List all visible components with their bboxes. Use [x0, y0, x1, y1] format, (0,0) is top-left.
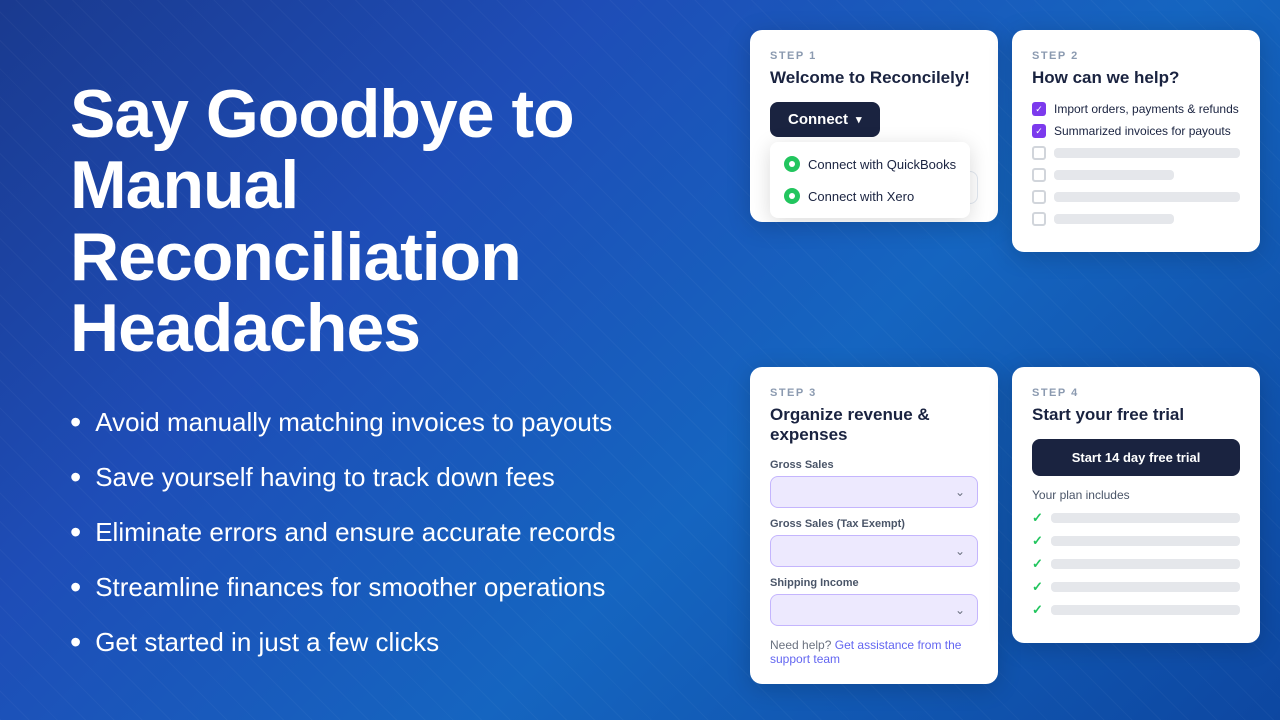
plan-row-2: ✓ [1032, 533, 1240, 549]
checkbox-row-4[interactable] [1032, 168, 1240, 182]
checkmark-icon: ✓ [1032, 533, 1043, 549]
plan-feature [1051, 536, 1240, 546]
plan-feature [1051, 605, 1240, 615]
page-layout: Say Goodbye to Manual Reconciliation Hea… [0, 0, 1280, 720]
step4-card: STEP 4 Start your free trial Start 14 da… [1012, 367, 1260, 643]
plan-row-5: ✓ [1032, 602, 1240, 618]
step4-label: STEP 4 [1032, 387, 1240, 399]
list-item: Get started in just a few clicks [70, 624, 680, 661]
checkbox-unchecked-icon [1032, 146, 1046, 160]
chevron-down-icon: ⌄ [955, 603, 965, 617]
connect-button-wrap: Connect ▾ Connect with QuickBooks Connec… [770, 102, 978, 137]
plan-includes-label: Your plan includes [1032, 488, 1240, 502]
list-item: Eliminate errors and ensure accurate rec… [70, 514, 680, 551]
step1-card: STEP 1 Welcome to Reconcilely! Connect ▾… [750, 30, 998, 222]
page-headline: Say Goodbye to Manual Reconciliation Hea… [70, 79, 680, 365]
checkmark-icon: ✓ [1032, 579, 1043, 595]
step3-title: Organize revenue & expenses [770, 405, 978, 445]
left-panel: Say Goodbye to Manual Reconciliation Hea… [0, 0, 740, 720]
step1-label: STEP 1 [770, 50, 978, 62]
checkmark-icon: ✓ [1032, 556, 1043, 572]
start-trial-button[interactable]: Start 14 day free trial [1032, 439, 1240, 476]
checkbox-row-5[interactable] [1032, 190, 1240, 204]
plan-row-4: ✓ [1032, 579, 1240, 595]
checkbox-unchecked-icon [1032, 190, 1046, 204]
shipping-income-select[interactable]: ⌄ [770, 594, 978, 626]
checkbox-checked-icon [1032, 124, 1046, 138]
connect-button[interactable]: Connect ▾ [770, 102, 880, 137]
step2-title: How can we help? [1032, 68, 1240, 88]
connect-quickbooks-item[interactable]: Connect with QuickBooks [770, 148, 970, 180]
step3-label: STEP 3 [770, 387, 978, 399]
list-item: Avoid manually matching invoices to payo… [70, 404, 680, 441]
connect-dropdown: Connect with QuickBooks Connect with Xer… [770, 142, 970, 218]
step2-card: STEP 2 How can we help? Import orders, p… [1012, 30, 1260, 252]
checkmark-icon: ✓ [1032, 510, 1043, 526]
checkbox-row-2[interactable]: Summarized invoices for payouts [1032, 124, 1240, 138]
chevron-down-icon: ⌄ [955, 544, 965, 558]
placeholder-text [1054, 148, 1240, 158]
right-panel: STEP 1 Welcome to Reconcilely! Connect ▾… [740, 0, 1280, 720]
headline-line1: Say Goodbye to Manual [70, 76, 574, 223]
plan-row-3: ✓ [1032, 556, 1240, 572]
step1-title: Welcome to Reconcilely! [770, 68, 978, 88]
feature-list: Avoid manually matching invoices to payo… [70, 404, 680, 661]
gross-sales-select[interactable]: ⌄ [770, 476, 978, 508]
placeholder-text [1054, 170, 1174, 180]
checkmark-icon: ✓ [1032, 602, 1043, 618]
headline-line2: Reconciliation Headaches [70, 219, 521, 366]
connect-xero-item[interactable]: Connect with Xero [770, 180, 970, 212]
gross-sales-tax-label: Gross Sales (Tax Exempt) [770, 518, 978, 530]
checkbox-row-3[interactable] [1032, 146, 1240, 160]
step4-title: Start your free trial [1032, 405, 1240, 425]
plan-feature [1051, 513, 1240, 523]
placeholder-text [1054, 214, 1174, 224]
chevron-down-icon: ⌄ [955, 485, 965, 499]
gross-sales-label: Gross Sales [770, 459, 978, 471]
placeholder-text [1054, 192, 1240, 202]
shipping-income-label: Shipping Income [770, 577, 978, 589]
gross-sales-tax-select[interactable]: ⌄ [770, 535, 978, 567]
step2-label: STEP 2 [1032, 50, 1240, 62]
list-item: Streamline finances for smoother operati… [70, 569, 680, 606]
quickbooks-icon [784, 156, 800, 172]
list-item: Save yourself having to track down fees [70, 459, 680, 496]
checkbox-unchecked-icon [1032, 168, 1046, 182]
checkbox-row-1[interactable]: Import orders, payments & refunds [1032, 102, 1240, 116]
checkbox-row-6[interactable] [1032, 212, 1240, 226]
plan-feature [1051, 559, 1240, 569]
xero-icon [784, 188, 800, 204]
chevron-down-icon: ▾ [856, 113, 862, 126]
checkbox-unchecked-icon [1032, 212, 1046, 226]
checkbox-checked-icon [1032, 102, 1046, 116]
help-text: Need help? Get assistance from the suppo… [770, 638, 978, 666]
plan-feature [1051, 582, 1240, 592]
plan-row-1: ✓ [1032, 510, 1240, 526]
step3-card: STEP 3 Organize revenue & expenses Gross… [750, 367, 998, 684]
